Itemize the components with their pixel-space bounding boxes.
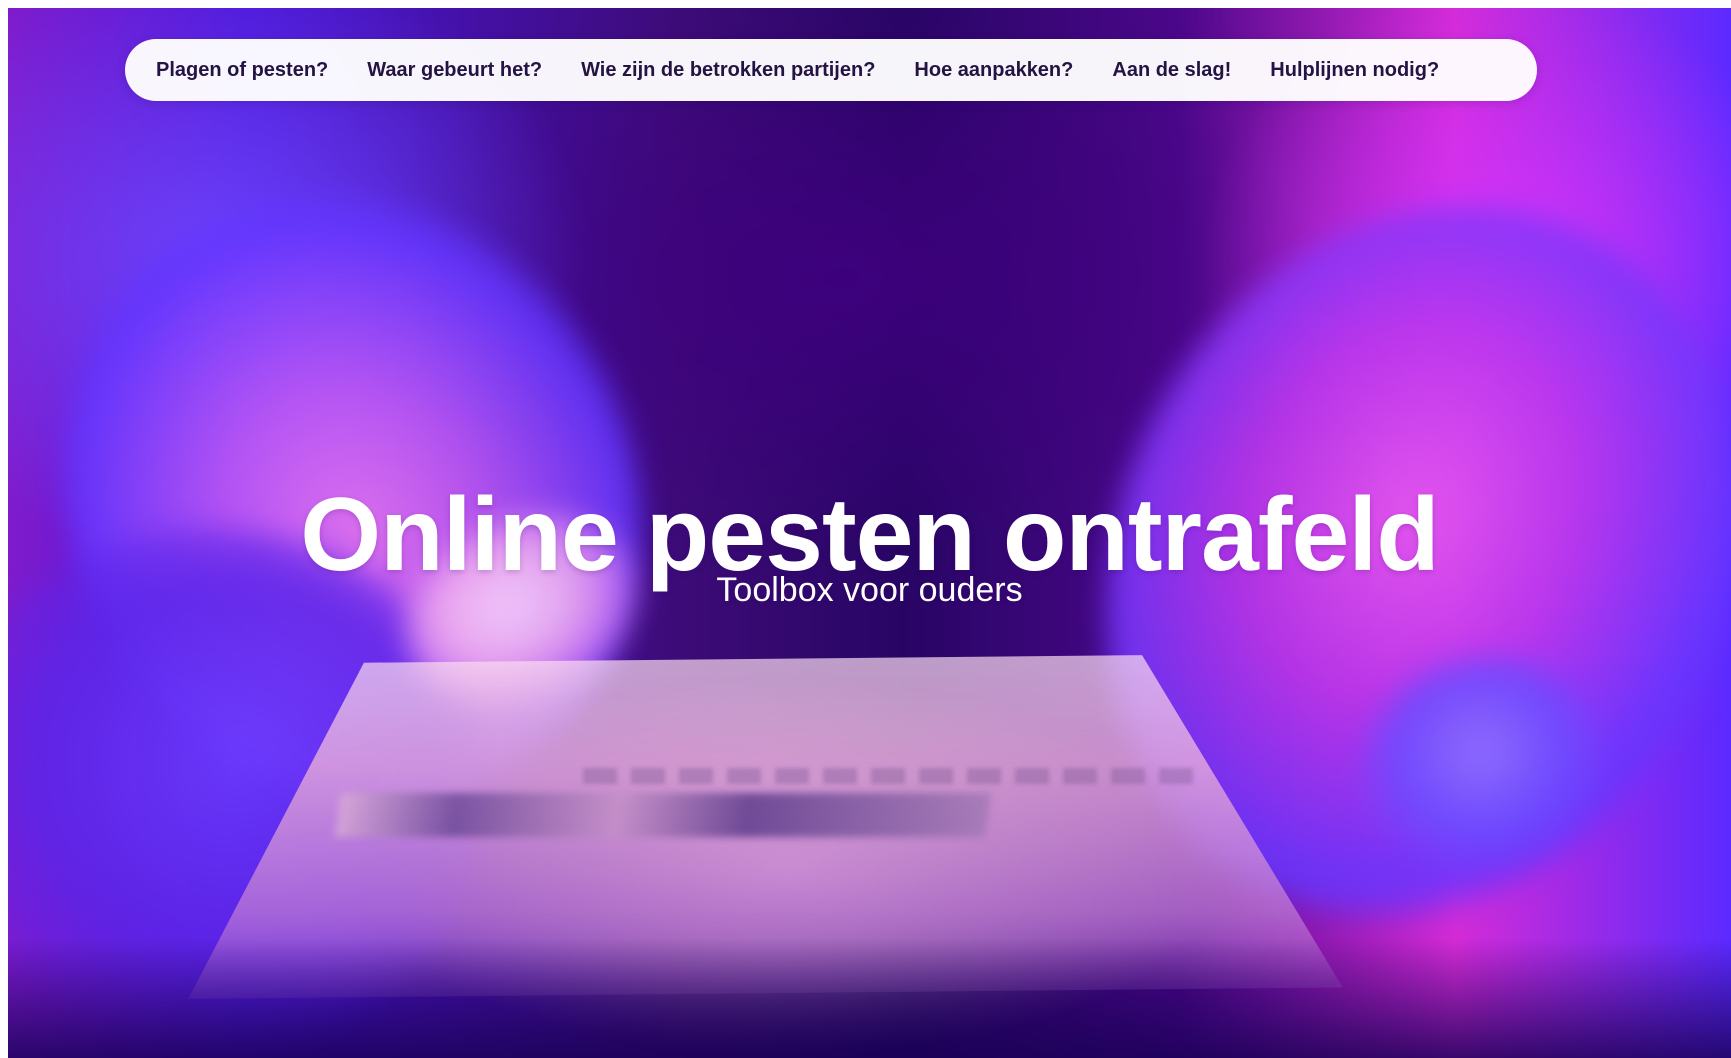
hero-subtitle: Toolbox voor ouders bbox=[716, 571, 1023, 609]
blurred-phone-image-strip bbox=[334, 793, 992, 837]
nav-link-aan-de-slag[interactable]: Aan de slag! bbox=[1112, 60, 1231, 80]
nav-link-hulplijnen-nodig[interactable]: Hulplijnen nodig? bbox=[1270, 60, 1439, 80]
blurred-phone-screen bbox=[188, 655, 1343, 999]
right-thumb-nail-background bbox=[1338, 634, 1628, 892]
hero-page: Plagen of pesten? Waar gebeurt het? Wie … bbox=[8, 8, 1731, 1058]
bottom-shadow bbox=[8, 938, 1731, 1058]
main-navigation: Plagen of pesten? Waar gebeurt het? Wie … bbox=[125, 39, 1537, 101]
nav-link-plagen-of-pesten[interactable]: Plagen of pesten? bbox=[156, 60, 328, 80]
nav-link-betrokken-partijen[interactable]: Wie zijn de betrokken partijen? bbox=[581, 60, 875, 80]
nav-link-hoe-aanpakken[interactable]: Hoe aanpakken? bbox=[914, 60, 1073, 80]
nav-link-waar-gebeurt-het[interactable]: Waar gebeurt het? bbox=[367, 60, 542, 80]
blurred-phone-text-lines bbox=[583, 768, 1193, 784]
